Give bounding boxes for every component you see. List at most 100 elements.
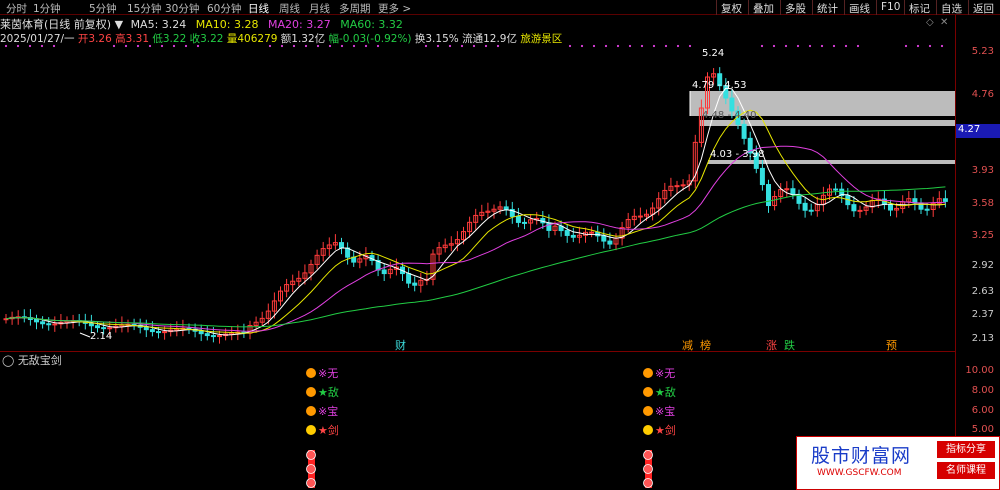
price-tick-current: 4.27 xyxy=(956,124,1000,138)
signal-label: ★剑 xyxy=(318,423,339,437)
signal-emoji-icon xyxy=(643,406,653,416)
candle-down xyxy=(601,235,607,242)
tab-timeframe-60min[interactable]: 60分钟 xyxy=(207,1,241,16)
f10-button[interactable]: F10 xyxy=(876,0,904,15)
tab-timeframe-1min[interactable]: 1分钟 xyxy=(33,1,61,16)
candle-down xyxy=(833,188,839,191)
zone-label-2: 4.48 - 4.40 xyxy=(702,110,757,121)
flag-dot xyxy=(280,44,284,48)
candle-down xyxy=(924,208,930,211)
flag-dot xyxy=(16,44,20,48)
candle-up xyxy=(217,335,222,338)
signal-ball-icon xyxy=(306,464,316,474)
candle-down xyxy=(204,333,210,337)
candle-down xyxy=(607,240,613,245)
flag-dot xyxy=(460,44,464,48)
flag-dot xyxy=(832,44,836,48)
candle-up xyxy=(52,323,58,326)
price-tick: 3.58 xyxy=(971,198,994,209)
kline-chart[interactable]: 5.24 2.14 4.79 - 4.53 4.48 - 4.40 4.03 - 3.9… xyxy=(0,15,955,490)
flag-dot xyxy=(772,44,776,48)
flag-dot xyxy=(52,44,56,48)
adjust-button[interactable]: 复权 xyxy=(716,0,746,15)
candle-up xyxy=(674,185,680,188)
draw-line-button[interactable]: 画线 xyxy=(844,0,874,15)
flag-dot xyxy=(568,44,572,48)
flag-dot xyxy=(640,44,644,48)
tab-timeframe-more[interactable]: 更多 > xyxy=(378,1,411,16)
candle-down xyxy=(412,282,418,286)
candle-down xyxy=(46,323,52,326)
flag-dot xyxy=(604,44,608,48)
flag-dot xyxy=(304,44,308,48)
signal-ball-icon xyxy=(306,478,316,488)
flag-dot xyxy=(316,44,320,48)
candle-down xyxy=(198,330,204,335)
flag-dot xyxy=(436,44,440,48)
zone-label-3: 4.03 - 3.98 xyxy=(710,149,765,160)
flag-dot xyxy=(496,44,500,48)
collapse-icon[interactable]: ◯ xyxy=(2,354,14,367)
price-tick: 2.13 xyxy=(971,333,994,344)
flag-dot xyxy=(376,44,380,48)
flag-dot xyxy=(448,44,452,48)
flag-dot xyxy=(172,44,176,48)
statistics-button[interactable]: 统计 xyxy=(812,0,842,15)
indicator-tick: 10.00 xyxy=(965,365,994,376)
candle-up xyxy=(589,231,595,234)
tab-timeframe-weekly[interactable]: 周线 xyxy=(279,1,300,16)
flag-dot xyxy=(664,44,668,48)
watermark-badge-course: 名师课程 xyxy=(937,462,995,479)
flag-dot xyxy=(904,44,908,48)
event-marker: 跌 xyxy=(784,338,795,352)
candle-down xyxy=(406,273,412,284)
price-tick: 2.92 xyxy=(971,260,994,271)
flag-dot xyxy=(784,44,788,48)
mark-button[interactable]: 标记 xyxy=(904,0,934,15)
flag-dot xyxy=(628,44,632,48)
watermark-logo: 股市财富网 WWW.GSCFW.COM 指标分享 名师课程 xyxy=(796,436,1000,490)
favorite-button[interactable]: 自选 xyxy=(936,0,966,15)
tab-timeframe-5min[interactable]: 5分钟 xyxy=(89,1,117,16)
signal-label: ★剑 xyxy=(655,423,676,437)
candle-down xyxy=(729,97,735,112)
signal-emoji-icon xyxy=(306,368,316,378)
multi-stock-button[interactable]: 多股 xyxy=(780,0,810,15)
indicator-tick: 8.00 xyxy=(971,385,994,396)
price-tick: 3.93 xyxy=(971,165,994,176)
candle-down xyxy=(942,198,948,202)
panel-divider xyxy=(0,351,955,352)
indicator-tick: 6.00 xyxy=(971,405,994,416)
watermark-url: WWW.GSCFW.COM xyxy=(817,468,902,478)
top-toolbar: 分时 1分钟 5分钟 15分钟 30分钟 60分钟 日线 周线 月线 多周期 更… xyxy=(0,0,1000,15)
zone-label-1: 4.79 - 4.53 xyxy=(692,80,747,91)
resistance-zone xyxy=(708,160,955,164)
flag-dot xyxy=(196,44,200,48)
candle-down xyxy=(503,206,509,210)
signal-label: ★敌 xyxy=(655,385,676,399)
candle-down xyxy=(515,215,521,223)
flag-dot xyxy=(4,44,8,48)
flag-dot xyxy=(40,44,44,48)
flag-dot xyxy=(592,44,596,48)
flag-dot xyxy=(160,44,164,48)
high-price-label: 5.24 xyxy=(702,48,724,59)
tab-timeframe-multi[interactable]: 多周期 xyxy=(339,1,371,16)
tab-timeframe-15min[interactable]: 15分钟 xyxy=(127,1,161,16)
candle-down xyxy=(88,322,94,327)
tab-timeframe-fenshi[interactable]: 分时 xyxy=(6,1,27,16)
candle-up xyxy=(857,209,863,212)
candle-down xyxy=(101,327,107,330)
tab-timeframe-30min[interactable]: 30分钟 xyxy=(165,1,199,16)
tab-timeframe-monthly[interactable]: 月线 xyxy=(309,1,330,16)
signal-ball-icon xyxy=(643,478,653,488)
flag-dot xyxy=(940,44,944,48)
tab-timeframe-daily[interactable]: 日线 xyxy=(248,1,269,16)
overlay-button[interactable]: 叠加 xyxy=(748,0,778,15)
signal-emoji-icon xyxy=(643,368,653,378)
candle-down xyxy=(143,326,149,331)
indicator-title: ◯ 无敌宝剑 xyxy=(2,352,62,368)
flag-dot xyxy=(424,44,428,48)
flag-dot xyxy=(928,44,932,48)
back-button[interactable]: 返回 xyxy=(968,0,998,15)
